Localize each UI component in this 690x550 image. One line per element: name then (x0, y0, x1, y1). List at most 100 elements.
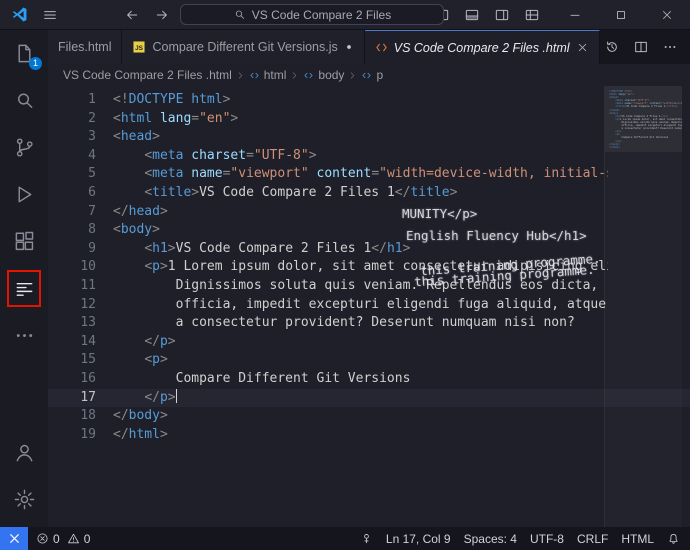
breadcrumb-item[interactable]: p (361, 68, 383, 82)
line-number: 6 (48, 184, 96, 203)
menu-icon[interactable] (42, 7, 58, 23)
vscode-logo (11, 6, 28, 23)
token: < (113, 111, 121, 126)
tab-1[interactable]: Files.html (48, 30, 122, 64)
code-line[interactable]: 9 <h1>VS Code Compare 2 Files 1</h1> (48, 240, 690, 259)
activity-item-settings[interactable] (0, 476, 48, 523)
title-bar-right (434, 0, 690, 30)
code-line[interactable]: 5 <meta name="viewport" content="width=d… (48, 165, 690, 184)
code-line[interactable]: 19</html> (48, 426, 690, 445)
line-number: 18 (48, 407, 96, 426)
line-number: 5 (48, 165, 96, 184)
minimize-icon (568, 8, 582, 22)
line-content: <head> (113, 128, 608, 147)
panel-bottom-icon[interactable] (464, 7, 480, 23)
line-content: </body> (113, 407, 608, 426)
arrow-left-icon[interactable] (124, 7, 140, 23)
activity-item-accounts[interactable] (0, 429, 48, 476)
sidebar-right-icon[interactable] (494, 7, 510, 23)
code-line[interactable]: 18 </body> (48, 407, 690, 426)
minimap[interactable]: <!DOCTYPE html><html lang="en"><head> <m… (604, 86, 682, 527)
remote-indicator[interactable] (0, 527, 28, 550)
status-item[interactable]: HTML (621, 532, 654, 546)
code-line[interactable]: 11 Dignissimos soluta quis veniam. Repel… (48, 277, 690, 296)
minimize-button[interactable] (552, 0, 598, 30)
bell-icon[interactable] (667, 532, 680, 545)
token: p (160, 334, 168, 349)
token: body (129, 408, 160, 423)
chevron-right-icon (347, 70, 358, 81)
source-control-icon (13, 136, 36, 159)
code-line[interactable]: 10 <p>1 Lorem ipsum dolor, sit amet cons… (48, 258, 690, 277)
token: < (144, 259, 152, 274)
token: > (160, 204, 168, 219)
line-content: <meta name="viewport" content="width=dev… (113, 165, 608, 184)
command-center-label: VS Code Compare 2 Files (252, 8, 391, 22)
token (113, 390, 144, 405)
tab-3[interactable]: VS Code Compare 2 Files .html (365, 30, 600, 64)
token: > (160, 408, 168, 423)
split-editor-icon[interactable] (633, 39, 649, 55)
tab-2[interactable]: JSCompare Different Git Versions.js (122, 30, 364, 64)
ports-icon[interactable] (360, 532, 373, 545)
warning-icon (67, 532, 80, 545)
editor[interactable]: 1<!DOCTYPE html>2<html lang="en">3<head>… (48, 86, 690, 527)
activity-item-search[interactable] (0, 77, 48, 124)
code-line[interactable]: 7</head> (48, 203, 690, 222)
token: > (618, 146, 620, 149)
arrow-right-icon[interactable] (154, 7, 170, 23)
close-icon[interactable] (576, 41, 589, 54)
code-line[interactable]: 8<body> (48, 221, 690, 240)
line-content: <title>VS Code Compare 2 Files 1</title> (113, 184, 608, 203)
activity-item-explorer[interactable]: 1 (0, 30, 48, 77)
breadcrumb-item[interactable]: body (303, 68, 344, 82)
status-item[interactable]: UTF-8 (530, 532, 564, 546)
code-line[interactable]: 16 Compare Different Git Versions (48, 370, 690, 389)
breadcrumb-file[interactable]: VS Code Compare 2 Files .html (63, 68, 232, 82)
maximize-button[interactable] (598, 0, 644, 30)
status-item[interactable]: CRLF (577, 532, 608, 546)
token: < (144, 241, 152, 256)
line-content: <body> (113, 221, 608, 240)
code-line[interactable]: 4 <meta charset="UTF-8"> (48, 147, 690, 166)
token: officia, impedit excepturi eligendi fuga… (113, 297, 608, 312)
close-button[interactable] (644, 0, 690, 30)
compare-list-icon (13, 277, 36, 300)
code-line[interactable]: 3<head> (48, 128, 690, 147)
activity-item-more[interactable] (0, 312, 48, 359)
token: </ (144, 390, 160, 405)
line-content: <p> (113, 351, 608, 370)
code-line[interactable]: 2<html lang="en"> (48, 110, 690, 129)
code-line[interactable]: 14 </p> (48, 333, 690, 352)
html-icon (375, 41, 388, 54)
status-left: 00 (0, 527, 93, 550)
status-item[interactable]: Spaces: 4 (464, 532, 517, 546)
token: = (246, 148, 254, 163)
search-icon (233, 8, 246, 21)
token: < (144, 148, 152, 163)
more-icon[interactable] (662, 39, 678, 55)
token: Compare Different Git Versions (113, 371, 410, 386)
editor-group: Files.htmlJSCompare Different Git Versio… (48, 30, 690, 527)
status-item[interactable]: Ln 17, Col 9 (386, 532, 451, 546)
line-number: 2 (48, 110, 96, 129)
code-line[interactable]: 6 <title>VS Code Compare 2 Files 1</titl… (48, 184, 690, 203)
code-line[interactable]: 1<!DOCTYPE html> (48, 91, 690, 110)
activity-item-extensions[interactable] (0, 218, 48, 265)
token: meta (152, 148, 183, 163)
code-line[interactable]: 15 <p> (48, 351, 690, 370)
token (113, 148, 144, 163)
history-icon[interactable] (604, 39, 620, 55)
layout-grid-icon[interactable] (524, 7, 540, 23)
problems-indicator[interactable]: 00 (28, 532, 93, 546)
code-line[interactable]: 17 </p> (48, 389, 690, 408)
token (113, 185, 144, 200)
breadcrumb-item[interactable]: html (249, 68, 287, 82)
code-line[interactable]: 12 officia, impedit excepturi eligendi f… (48, 296, 690, 315)
token: p (160, 390, 168, 405)
activity-item-run-debug[interactable] (0, 171, 48, 218)
activity-item-compare-view[interactable] (0, 265, 48, 312)
code-line[interactable]: 13 a consectetur provident? Deserunt num… (48, 314, 690, 333)
command-center-search[interactable]: VS Code Compare 2 Files (180, 4, 444, 25)
activity-item-source-control[interactable] (0, 124, 48, 171)
